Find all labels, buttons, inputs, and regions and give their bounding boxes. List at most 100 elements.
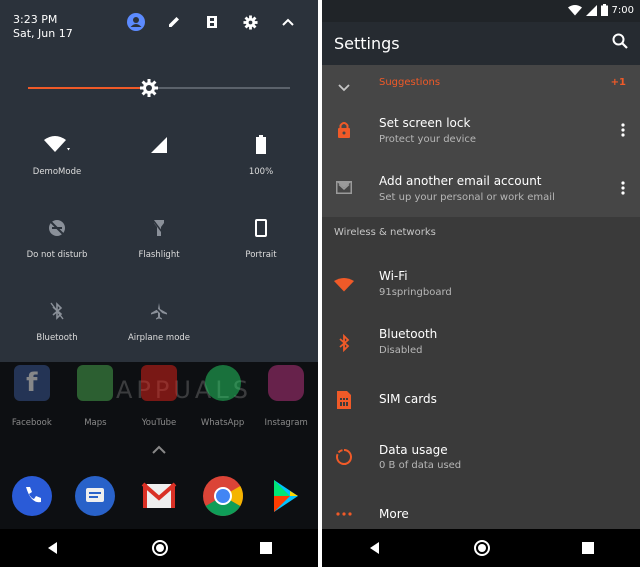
tile-bluetooth[interactable]: Bluetooth	[7, 299, 107, 343]
back-icon[interactable]	[45, 540, 61, 556]
back-icon[interactable]	[367, 540, 383, 556]
status-time: 7:00	[611, 4, 634, 16]
dock	[0, 476, 318, 516]
quick-settings-panel: 3:23 PM Sat, Jun 17 DemoMode 100% Do not…	[0, 0, 318, 362]
instagram-icon	[268, 365, 305, 401]
app-label: Facebook	[11, 418, 52, 428]
app-label: Maps	[84, 418, 107, 428]
tile-cellular[interactable]	[109, 133, 209, 167]
tile-label: Bluetooth	[36, 333, 78, 343]
lock-icon	[334, 119, 354, 139]
filmstrip-icon[interactable]	[202, 12, 222, 32]
left-phone-screen: APPUALS f Facebook Maps YouTube WhatsApp…	[0, 0, 318, 567]
section-title: Wireless & networks	[334, 227, 436, 238]
app-drawer-chevron-icon[interactable]	[151, 440, 167, 459]
whatsapp-icon	[204, 365, 241, 401]
settings-item-subtitle: 91springboard	[379, 287, 452, 298]
dnd-off-icon	[7, 216, 107, 240]
app-facebook[interactable]: f Facebook	[0, 365, 64, 428]
settings-item-subtitle: 0 B of data used	[379, 460, 462, 471]
app-whatsapp[interactable]: WhatsApp	[191, 365, 255, 428]
status-bar: 7:00	[322, 0, 640, 22]
right-phone-screen: 7:00 Settings Suggestions +1 Set screen …	[322, 0, 640, 567]
bluetooth-icon	[334, 333, 354, 353]
wifi-icon	[7, 133, 107, 157]
battery-icon	[211, 133, 311, 157]
brightness-fill	[28, 87, 149, 89]
settings-item-more[interactable]: More	[322, 497, 640, 529]
suggestion-title: Set screen lock	[379, 116, 471, 130]
tile-flashlight[interactable]: Flashlight	[109, 216, 209, 260]
app-label: Instagram	[264, 418, 308, 428]
app-instagram[interactable]: Instagram	[254, 365, 318, 428]
cellular-signal-icon	[109, 133, 209, 157]
more-vert-icon[interactable]	[618, 120, 628, 140]
settings-item-title: Wi-Fi	[379, 269, 408, 283]
more-horiz-icon	[334, 504, 354, 524]
date: Sat, Jun 17	[13, 27, 73, 40]
facebook-icon: f	[13, 365, 50, 401]
chevron-down-icon	[338, 77, 350, 96]
home-icon[interactable]	[473, 539, 491, 557]
play-store-icon[interactable]	[254, 476, 318, 516]
wifi-icon	[567, 4, 582, 15]
home-icon[interactable]	[151, 539, 169, 557]
recents-icon[interactable]	[581, 541, 595, 555]
status-icons: 7:00	[567, 4, 634, 16]
tile-label: DemoMode	[32, 167, 82, 177]
app-label: YouTube	[141, 418, 177, 428]
settings-item-data-usage[interactable]: Data usage 0 B of data used	[322, 432, 640, 490]
settings-item-title: Bluetooth	[379, 327, 438, 341]
clock: 3:23 PM	[13, 13, 58, 26]
tile-wifi[interactable]: DemoMode	[7, 133, 107, 177]
suggestion-subtitle: Protect your device	[379, 134, 477, 145]
app-label: WhatsApp	[200, 418, 245, 428]
suggestions-count: +1	[610, 77, 626, 88]
tile-portrait[interactable]: Portrait	[211, 216, 311, 260]
account-icon[interactable]	[126, 12, 146, 32]
suggestion-subtitle: Set up your personal or work email	[379, 192, 555, 203]
chevron-up-icon[interactable]	[278, 12, 298, 32]
edit-icon[interactable]	[164, 12, 184, 32]
gear-icon[interactable]	[240, 12, 260, 32]
phone-icon[interactable]	[0, 476, 64, 516]
recents-icon[interactable]	[259, 541, 273, 555]
suggestions-header[interactable]: Suggestions +1	[322, 65, 640, 101]
gmail-icon[interactable]	[127, 476, 191, 516]
tile-label: Portrait	[245, 250, 277, 260]
suggestion-title: Add another email account	[379, 174, 542, 188]
suggestion-email-account[interactable]: Add another email account Set up your pe…	[322, 159, 640, 217]
battery-icon	[600, 4, 608, 16]
brightness-thumb[interactable]	[139, 78, 159, 98]
settings-item-sim-cards[interactable]: SIM cards	[322, 374, 640, 424]
chrome-icon[interactable]	[191, 476, 255, 516]
search-icon[interactable]	[612, 33, 628, 53]
settings-item-title: SIM cards	[379, 392, 437, 406]
airplane-off-icon	[109, 299, 209, 323]
app-maps[interactable]: Maps	[64, 365, 128, 428]
more-vert-icon[interactable]	[618, 178, 628, 198]
settings-item-bluetooth[interactable]: Bluetooth Disabled	[322, 316, 640, 374]
app-bar: Settings	[322, 22, 640, 65]
tile-airplane-mode[interactable]: Airplane mode	[109, 299, 209, 343]
page-title: Settings	[334, 34, 400, 53]
tile-do-not-disturb[interactable]: Do not disturb	[7, 216, 107, 260]
app-row: f Facebook Maps YouTube WhatsApp Instagr…	[0, 365, 318, 428]
header-actions	[126, 12, 298, 32]
portrait-icon	[211, 216, 311, 240]
cellular-signal-icon	[585, 4, 597, 16]
maps-icon	[77, 365, 114, 401]
settings-item-title: More	[379, 507, 409, 521]
navigation-bar	[0, 529, 318, 567]
wifi-icon	[334, 275, 354, 295]
sim-card-icon	[334, 390, 354, 410]
youtube-icon	[140, 365, 177, 401]
brightness-slider[interactable]	[28, 78, 290, 98]
tile-battery[interactable]: 100%	[211, 133, 311, 177]
settings-item-title: Data usage	[379, 443, 448, 457]
bluetooth-off-icon	[7, 299, 107, 323]
suggestion-screen-lock[interactable]: Set screen lock Protect your device	[322, 101, 640, 159]
app-youtube[interactable]: YouTube	[127, 365, 191, 428]
settings-item-wifi[interactable]: Wi-Fi 91springboard	[322, 258, 640, 316]
messages-icon[interactable]	[64, 476, 128, 516]
